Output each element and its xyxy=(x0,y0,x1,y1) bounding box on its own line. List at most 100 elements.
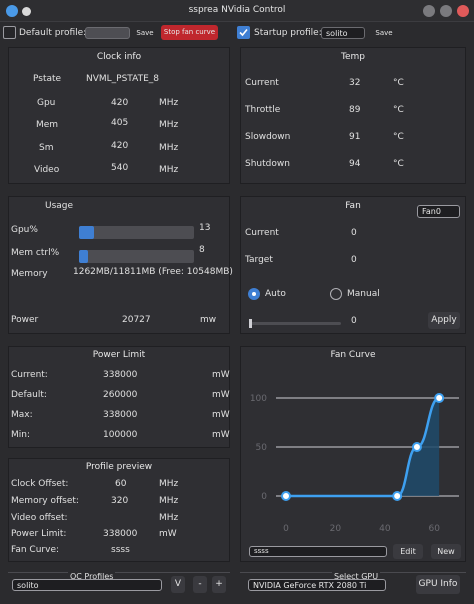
minimize-icon[interactable] xyxy=(423,5,435,17)
x-tick-label: 20 xyxy=(330,524,342,534)
maximize-icon[interactable] xyxy=(440,5,452,17)
temp-row-unit: °C xyxy=(393,159,404,169)
preview-row-label: Memory offset: xyxy=(11,496,79,506)
curve-point xyxy=(411,442,422,452)
memctrl-usage-label: Mem ctrl% xyxy=(11,248,60,258)
x-tick-label: 0 xyxy=(283,524,289,534)
fan-manual-radio[interactable] xyxy=(330,288,342,300)
preview-row-value: 338000 xyxy=(103,529,138,539)
fan-select[interactable]: Fan0 xyxy=(417,205,460,218)
clock-row-unit: MHz xyxy=(159,120,179,130)
power-limit-row-unit: mW xyxy=(212,390,230,400)
power-limit-row-unit: mW xyxy=(212,370,230,380)
gpu-usage-bar xyxy=(79,226,194,239)
preview-row-unit: MHz xyxy=(159,479,179,489)
clock-row-value: NVML_PSTATE_8 xyxy=(86,74,159,84)
power-limit-row-value: 260000 xyxy=(103,390,138,400)
clock-row-value: 540 xyxy=(111,163,129,173)
startup-profile-label: Startup profile: xyxy=(254,28,322,38)
clock-row-unit: MHz xyxy=(159,143,179,153)
gpu-select[interactable]: NVIDIA GeForce RTX 2080 Ti xyxy=(248,579,386,591)
default-profile-select[interactable] xyxy=(85,27,130,39)
power-limit-title: Power Limit xyxy=(92,350,146,360)
stop-fan-curve-button[interactable]: Stop fan curve xyxy=(161,25,218,40)
fan-curve-panel: Fan Curve 0 50 100 0 20 40 60 ssss Edit New xyxy=(240,346,466,562)
y-tick-label: 50 xyxy=(256,443,268,453)
fan-panel: Fan Fan0 Current 0 Target 0 Auto Manual … xyxy=(240,196,466,334)
close-icon[interactable] xyxy=(457,5,469,17)
fan-slider-value: 0 xyxy=(351,316,357,326)
preview-row-label: Clock Offset: xyxy=(11,479,69,489)
preview-row-unit: MHz xyxy=(159,513,179,523)
oc-profile-minus-button[interactable]: - xyxy=(193,576,207,593)
power-limit-panel: Power Limit Current: 338000 mW Default: … xyxy=(8,346,230,448)
slider-handle-icon[interactable] xyxy=(249,319,252,328)
clock-row-label: Mem xyxy=(36,120,59,130)
window-title: ssprea NVidia Control xyxy=(188,5,286,15)
temp-row-label: Slowdown xyxy=(245,132,291,142)
preview-row-unit: mW xyxy=(159,529,177,539)
clock-info-title: Clock info xyxy=(96,52,142,62)
temp-row-value: 94 xyxy=(349,159,361,169)
gpu-usage-fill xyxy=(79,226,94,239)
clock-row-unit: MHz xyxy=(159,165,179,175)
memory-label: Memory xyxy=(11,269,48,279)
temp-panel: Temp Current 32 °C Throttle 89 °C Slowdo… xyxy=(240,47,466,184)
power-limit-row-unit: mW xyxy=(212,430,230,440)
power-limit-row-unit: mW xyxy=(212,410,230,420)
clock-info-panel: Clock info Pstate NVML_PSTATE_8 Gpu 420 … xyxy=(8,47,230,184)
clock-row-value: 405 xyxy=(111,118,129,128)
temp-row-unit: °C xyxy=(393,132,404,142)
temp-row-value: 89 xyxy=(349,105,361,115)
default-profile-save-button[interactable]: Save xyxy=(134,28,156,39)
oc-profile-v-button[interactable]: V xyxy=(171,576,185,593)
curve-point xyxy=(392,491,403,501)
fan-curve-edit-button[interactable]: Edit xyxy=(393,544,423,559)
preview-row-value: 60 xyxy=(115,479,127,489)
fan-speed-slider[interactable] xyxy=(249,319,341,328)
fan-apply-button[interactable]: Apply xyxy=(428,312,460,329)
oc-profile-select[interactable]: solito xyxy=(12,579,162,591)
curve-point xyxy=(434,393,445,403)
fan-target-label: Target xyxy=(245,255,273,265)
fan-curve-chart[interactable]: 0 50 100 0 20 40 60 xyxy=(241,363,465,553)
fan-curve-title: Fan Curve xyxy=(330,350,376,360)
temp-row-label: Throttle xyxy=(245,105,281,115)
power-limit-row-value: 100000 xyxy=(103,430,138,440)
check-icon xyxy=(239,28,248,37)
gpu-info-button[interactable]: GPU Info xyxy=(416,575,460,594)
profile-preview-panel: Profile preview Clock Offset: 60 MHz Mem… xyxy=(8,458,230,562)
clock-row-value: 420 xyxy=(111,98,129,108)
profile-preview-title: Profile preview xyxy=(85,462,153,472)
fan-auto-radio[interactable] xyxy=(248,288,260,300)
fan-curve-new-button[interactable]: New xyxy=(431,544,461,559)
startup-profile-checkbox[interactable] xyxy=(237,26,250,39)
power-value: 20727 xyxy=(122,315,151,325)
memctrl-usage-value: 8 xyxy=(199,245,205,255)
select-gpu-group: Select GPU NVIDIA GeForce RTX 2080 Ti GP… xyxy=(240,572,466,600)
title-bar: ssprea NVidia Control xyxy=(0,0,474,22)
memory-value: 1262MB/11811MB (Free: 10548MB) xyxy=(73,267,233,277)
power-unit: mw xyxy=(200,315,217,325)
preview-row-value: 320 xyxy=(111,496,129,506)
clock-row-label: Gpu xyxy=(37,98,56,108)
startup-profile-save-button[interactable]: Save xyxy=(373,28,395,39)
gpu-usage-value: 13 xyxy=(199,223,211,233)
clock-row-unit: MHz xyxy=(159,98,179,108)
gpu-usage-label: Gpu% xyxy=(11,225,38,235)
power-limit-row-value: 338000 xyxy=(103,410,138,420)
fan-curve-select[interactable]: ssss xyxy=(249,546,387,557)
temp-row-value: 32 xyxy=(349,78,361,88)
clock-row-label: Sm xyxy=(39,143,54,153)
startup-profile-select[interactable]: solito xyxy=(321,27,365,39)
preview-row-label: Fan Curve: xyxy=(11,545,60,555)
oc-profile-plus-button[interactable]: + xyxy=(212,576,226,593)
temp-row-value: 91 xyxy=(349,132,361,142)
clock-row-label: Video xyxy=(34,165,60,175)
default-profile-checkbox[interactable] xyxy=(3,26,16,39)
oc-profiles-group: OC Profiles solito V - + xyxy=(8,572,230,600)
power-limit-row-label: Default: xyxy=(11,390,47,400)
default-profile-label: Default profile: xyxy=(19,28,87,38)
power-label: Power xyxy=(11,315,39,325)
clock-row-value: 420 xyxy=(111,141,129,151)
